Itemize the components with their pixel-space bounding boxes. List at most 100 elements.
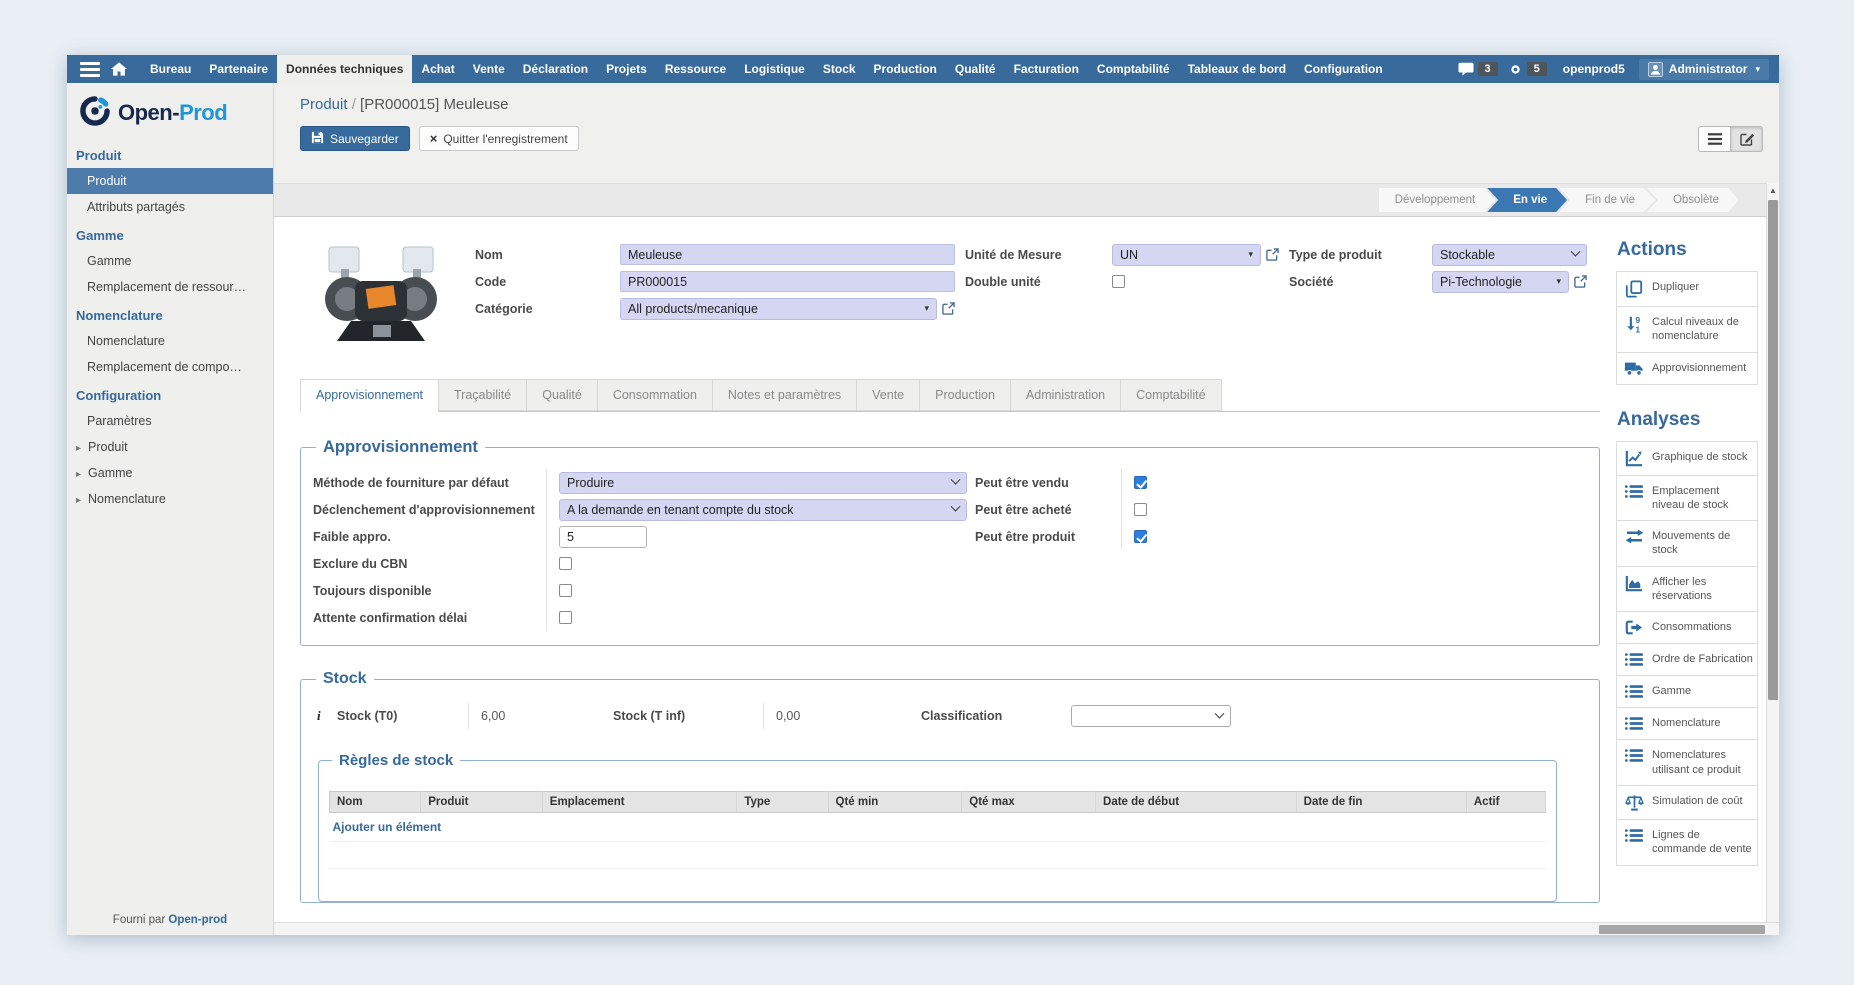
user-menu[interactable]: Administrator ▾ bbox=[1639, 59, 1769, 80]
vertical-scrollbar[interactable]: ▲ bbox=[1766, 183, 1779, 922]
list-view-button[interactable] bbox=[1698, 126, 1731, 152]
attente-confirmation-checkbox[interactable] bbox=[559, 611, 572, 624]
vertical-scrollbar-thumb[interactable] bbox=[1768, 200, 1778, 700]
product-image[interactable] bbox=[320, 241, 442, 349]
sidebar-item[interactable]: Gamme bbox=[67, 248, 273, 274]
sidebar-item[interactable]: Nomenclature bbox=[67, 328, 273, 354]
code-input[interactable] bbox=[620, 271, 955, 292]
sidebar-item[interactable]: Remplacement de ressour… bbox=[67, 274, 273, 300]
column-header[interactable]: Date de début bbox=[1096, 792, 1297, 813]
edit-view-button[interactable] bbox=[1730, 126, 1763, 152]
analysis-button[interactable]: Ordre de Fabrication bbox=[1616, 643, 1758, 676]
nav-item[interactable]: Production bbox=[865, 55, 946, 83]
action-button[interactable]: 91 Calcul niveaux de nomenclature bbox=[1616, 306, 1758, 353]
tab[interactable]: Consommation bbox=[598, 379, 713, 411]
quit-record-button[interactable]: × Quitter l'enregistrement bbox=[419, 126, 579, 151]
nav-item[interactable]: Tableaux de bord bbox=[1179, 55, 1295, 83]
faible-appro-input[interactable] bbox=[559, 526, 647, 548]
horizontal-scrollbar-thumb[interactable] bbox=[1599, 925, 1765, 934]
flag-checkbox[interactable] bbox=[1134, 476, 1147, 489]
flag-checkbox[interactable] bbox=[1134, 503, 1147, 516]
analysis-button[interactable]: Nomenclatures utilisant ce produit bbox=[1616, 739, 1758, 786]
tab[interactable]: Qualité bbox=[527, 379, 598, 411]
lifecycle-state[interactable]: Obsolète bbox=[1647, 188, 1739, 212]
sidebar-item[interactable]: Produit bbox=[67, 434, 273, 460]
tab[interactable]: Traçabilité bbox=[439, 379, 527, 411]
add-item-link[interactable]: Ajouter un élément bbox=[333, 820, 442, 834]
sidebar-item[interactable]: Attributs partagés bbox=[67, 194, 273, 220]
nav-item[interactable]: Logistique bbox=[735, 55, 814, 83]
analysis-button[interactable]: Consommations bbox=[1616, 611, 1758, 644]
analysis-button[interactable]: Simulation de coût bbox=[1616, 785, 1758, 820]
flag-checkbox[interactable] bbox=[1134, 530, 1147, 543]
nav-item[interactable]: Projets bbox=[597, 55, 656, 83]
nav-item[interactable]: Stock bbox=[814, 55, 865, 83]
tab[interactable]: Notes et paramètres bbox=[713, 379, 857, 411]
nav-item[interactable]: Ressource bbox=[656, 55, 735, 83]
footer-brand-link[interactable]: Open-prod bbox=[168, 914, 227, 926]
column-header[interactable]: Type bbox=[737, 792, 828, 813]
analysis-button[interactable]: Emplacement niveau de stock bbox=[1616, 475, 1758, 522]
messages-badge[interactable]: 3 bbox=[1478, 62, 1498, 76]
breadcrumb-root-link[interactable]: Produit bbox=[300, 96, 348, 113]
lifecycle-state[interactable]: Fin de vie bbox=[1559, 188, 1655, 212]
sidebar-item[interactable]: Produit bbox=[67, 168, 273, 194]
lifecycle-state[interactable]: Développement bbox=[1379, 188, 1496, 212]
type-produit-select[interactable]: Stockable bbox=[1432, 244, 1587, 266]
settings-badge[interactable]: 5 bbox=[1527, 62, 1547, 76]
double-unite-checkbox[interactable] bbox=[1112, 275, 1125, 288]
save-button[interactable]: Sauvegarder bbox=[300, 126, 410, 151]
toujours-disponible-checkbox[interactable] bbox=[559, 584, 572, 597]
action-button[interactable]: Approvisionnement bbox=[1616, 352, 1758, 385]
nav-item[interactable]: Partenaire bbox=[200, 55, 277, 83]
analysis-button[interactable]: Mouvements de stock bbox=[1616, 520, 1758, 567]
analysis-button[interactable]: Afficher les réservations bbox=[1616, 566, 1758, 613]
analysis-button[interactable]: Gamme bbox=[1616, 675, 1758, 708]
column-header[interactable]: Nom bbox=[330, 792, 421, 813]
gear-icon[interactable] bbox=[1508, 62, 1523, 77]
horizontal-scrollbar[interactable] bbox=[274, 922, 1779, 935]
sidebar-item[interactable]: Paramètres bbox=[67, 408, 273, 434]
sidebar-item[interactable]: Gamme bbox=[67, 460, 273, 486]
methode-select[interactable]: Produire bbox=[559, 472, 967, 494]
tab[interactable]: Approvisionnement bbox=[300, 379, 439, 412]
declenchement-select[interactable]: A la demande en tenant compte du stock bbox=[559, 499, 967, 521]
societe-select[interactable]: Pi-Technologie▾ bbox=[1432, 271, 1569, 293]
external-link-icon[interactable] bbox=[1266, 248, 1279, 261]
column-header[interactable]: Actif bbox=[1466, 792, 1545, 813]
exclure-cbn-checkbox[interactable] bbox=[559, 557, 572, 570]
menu-icon[interactable] bbox=[80, 62, 100, 77]
column-header[interactable]: Produit bbox=[421, 792, 543, 813]
tab[interactable]: Administration bbox=[1011, 379, 1121, 411]
unite-select[interactable]: UN▾ bbox=[1112, 244, 1261, 266]
action-button[interactable]: Dupliquer bbox=[1616, 271, 1758, 307]
nav-item[interactable]: Qualité bbox=[946, 55, 1005, 83]
scroll-up-arrow[interactable]: ▲ bbox=[1767, 183, 1779, 198]
categorie-select[interactable]: All products/mecanique▾ bbox=[620, 298, 937, 320]
messages-icon[interactable] bbox=[1458, 62, 1474, 76]
nav-item[interactable]: Facturation bbox=[1005, 55, 1088, 83]
classification-select[interactable] bbox=[1071, 705, 1231, 727]
analysis-button[interactable]: Graphique de stock bbox=[1616, 441, 1758, 476]
nav-item[interactable]: Données techniques bbox=[277, 55, 412, 83]
column-header[interactable]: Qté min bbox=[828, 792, 962, 813]
sidebar-item[interactable]: Remplacement de compo… bbox=[67, 354, 273, 380]
external-link-icon[interactable] bbox=[1574, 275, 1587, 288]
info-icon[interactable]: i bbox=[317, 708, 337, 724]
home-icon[interactable] bbox=[111, 62, 127, 76]
tab[interactable]: Comptabilité bbox=[1121, 379, 1221, 411]
nav-item[interactable]: Bureau bbox=[141, 55, 200, 83]
tab[interactable]: Vente bbox=[857, 379, 920, 411]
nav-item[interactable]: Comptabilité bbox=[1088, 55, 1179, 83]
nav-item[interactable]: Achat bbox=[412, 55, 463, 83]
lifecycle-state[interactable]: En vie bbox=[1487, 188, 1567, 212]
external-link-icon[interactable] bbox=[942, 302, 955, 315]
nav-item[interactable]: Déclaration bbox=[514, 55, 597, 83]
tab[interactable]: Production bbox=[920, 379, 1011, 411]
nav-item[interactable]: Vente bbox=[464, 55, 514, 83]
nav-item[interactable]: Configuration bbox=[1295, 55, 1392, 83]
column-header[interactable]: Date de fin bbox=[1296, 792, 1466, 813]
nom-input[interactable] bbox=[620, 244, 955, 265]
analysis-button[interactable]: Lignes de commande de vente bbox=[1616, 819, 1758, 866]
column-header[interactable]: Qté max bbox=[962, 792, 1096, 813]
